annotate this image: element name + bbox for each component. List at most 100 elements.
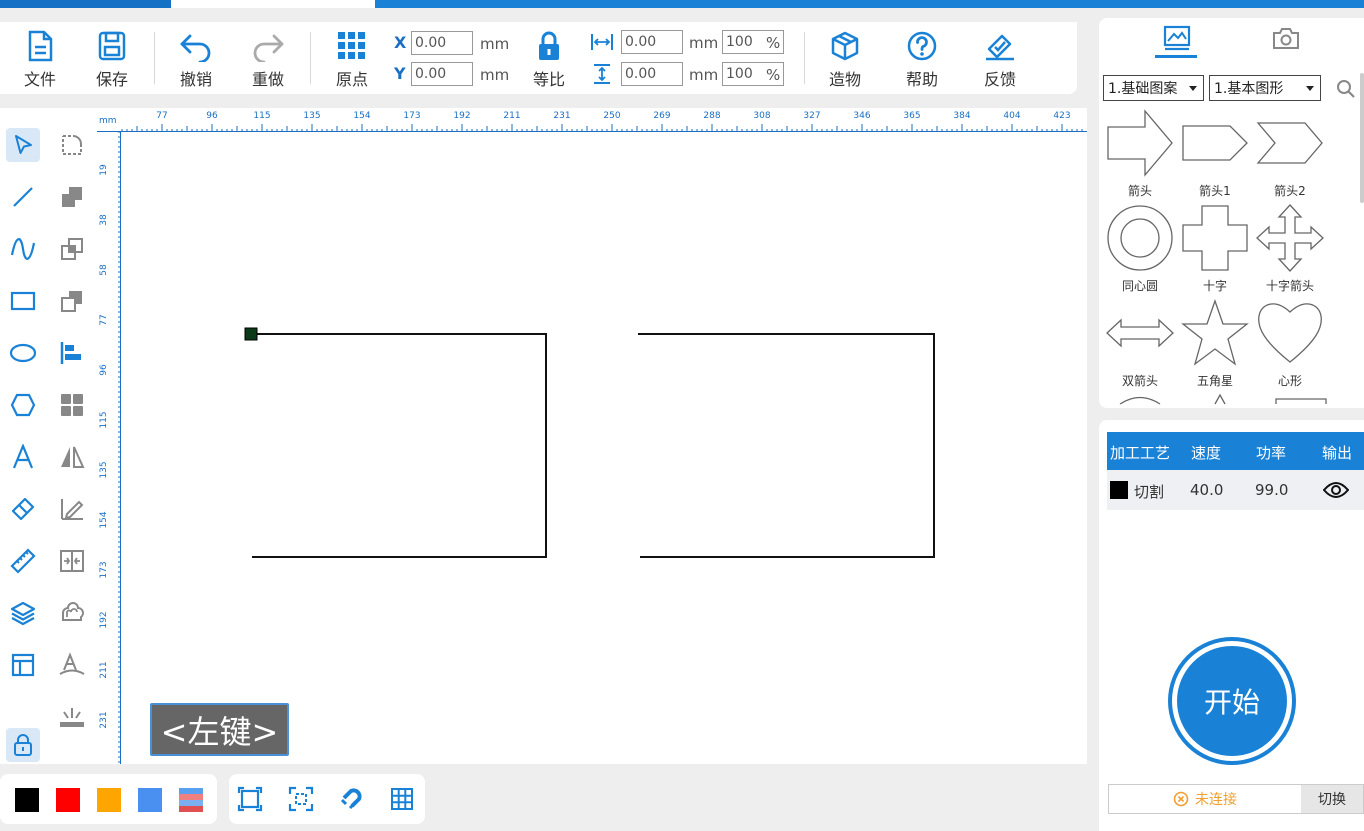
save-label: 保存 [95,70,128,89]
grid-origin-icon [338,32,365,59]
process-panel: 加工工艺 速度 功率 输出 切割 40.0 99.0 开始 未连接 切换 [1099,420,1364,831]
subtract-tool[interactable] [55,284,89,318]
tab-camera[interactable] [1271,24,1301,56]
shape-double-arrow[interactable]: 双箭头 [1104,298,1176,389]
left-bracket-shape[interactable] [252,333,547,558]
ruler-tick-label: 77 [156,111,167,121]
tab-pattern-library[interactable] [1162,24,1192,56]
heart-icon [1258,303,1322,363]
color-swatch-black[interactable] [15,788,39,812]
lock-canvas-tool[interactable] [6,728,40,762]
design-canvas[interactable]: mm 77 96 115 135 154 173 192 211 231 250 269 288 308… [97,108,1087,764]
array-tool[interactable] [55,388,89,422]
line-tool[interactable] [6,180,40,214]
split-icon [60,550,84,572]
shape-arrow[interactable]: 箭头 [1104,108,1176,199]
shape-heart[interactable]: 心形 [1254,298,1326,389]
header-process: 加工工艺 [1110,444,1171,462]
y-input[interactable] [411,62,473,86]
ruler-tick-label: 211 [99,661,109,678]
proportional-lock-button[interactable]: 等比 [519,30,579,90]
color-swatch-blue[interactable] [138,788,162,812]
width-percent-sign: % [766,34,781,52]
start-button[interactable]: 开始 [1168,637,1296,765]
shape-library-panel: 1.基础图案 1.基本图形 箭头 箭头1 箭头2 同心圆 十字 十字箭头 双箭头… [1099,18,1364,408]
snap-button[interactable] [334,782,368,816]
switch-button[interactable]: 切换 [1301,785,1363,813]
align-tool[interactable] [55,336,89,370]
cube-icon [831,31,859,61]
color-swatch-more[interactable] [179,788,203,812]
shape-label: 双箭头 [1121,374,1158,388]
shape-label: 五角星 [1196,374,1233,388]
shape-cross[interactable]: 十字 [1179,203,1251,294]
color-swatch-orange[interactable] [97,788,121,812]
offset-icon [62,602,84,621]
ruler-tick-label: 58 [99,264,109,276]
offset-tool[interactable] [55,596,89,630]
union-tool[interactable] [55,180,89,214]
save-button[interactable]: 保存 [82,30,142,90]
fit-view-button[interactable] [233,782,267,816]
ruler-tick-label: 115 [253,111,270,121]
inactive-tab[interactable] [0,0,171,8]
process-name: 切割 [1134,483,1165,501]
right-bracket-shape[interactable] [638,333,935,558]
vertical-ruler: 19 38 58 77 96 115 135 154 173 192 211 231 [97,132,121,764]
eraser-tool[interactable] [6,492,40,526]
feedback-label: 反馈 [983,70,1016,89]
rectangle-tool[interactable] [6,284,40,318]
text-path-tool[interactable] [55,648,89,682]
drawing-area [244,327,935,558]
undo-button[interactable]: 撤销 [166,30,226,90]
grid-toggle-button[interactable] [385,782,419,816]
node-edit-tool[interactable] [55,128,89,162]
category-select[interactable]: 1.基础图案 [1103,75,1204,101]
active-tab-indicator [1155,55,1197,58]
width-input[interactable] [621,30,683,54]
search-icon[interactable] [1336,79,1356,99]
selection-handle[interactable] [244,327,258,341]
measure-tool[interactable] [6,544,40,578]
intersect-icon [61,238,83,260]
mirror-tool[interactable] [55,440,89,474]
file-button[interactable]: 文件 [10,30,70,90]
subcategory-select[interactable]: 1.基本图形 [1209,75,1321,101]
split-tool[interactable] [55,544,89,578]
ruler-tick-label: 269 [653,111,670,121]
left-toolbox [0,108,97,764]
toolbar-separator [154,32,155,84]
concentric-circle-icon [1107,205,1173,271]
intersect-tool[interactable] [55,232,89,266]
shape-star[interactable]: 五角星 [1179,298,1251,389]
zoom-selection-button[interactable] [284,782,318,816]
help-button[interactable]: 帮助 [892,30,952,90]
table-row[interactable]: 切割 40.0 99.0 [1107,470,1364,510]
laser-tool[interactable] [55,700,89,734]
text-tool[interactable] [6,440,40,474]
layers-icon [10,601,36,626]
edit-path-tool[interactable] [55,492,89,526]
curve-tool[interactable] [6,232,40,266]
polygon-tool[interactable] [6,388,40,422]
layers-tool[interactable] [6,596,40,630]
ellipse-tool[interactable] [6,336,40,370]
color-swatch-red[interactable] [56,788,80,812]
height-input[interactable] [621,62,683,86]
library-scrollbar[interactable] [1360,73,1364,203]
help-icon [907,31,937,61]
x-label: X [394,33,407,52]
template-tool[interactable] [6,648,40,682]
shape-concentric[interactable]: 同心圆 [1104,203,1176,294]
feedback-button[interactable]: 反馈 [970,30,1030,90]
origin-button[interactable]: 原点 [322,30,382,90]
redo-button[interactable]: 重做 [238,30,298,90]
shape-cross-arrow[interactable]: 十字箭头 [1254,203,1326,294]
shape-arrow-2[interactable]: 箭头2 [1254,108,1326,199]
build-button[interactable]: 造物 [815,30,875,90]
select-tool[interactable] [6,128,40,162]
eye-icon[interactable] [1323,481,1349,499]
active-tab[interactable] [171,0,375,8]
shape-arrow-1[interactable]: 箭头1 [1179,108,1251,199]
x-input[interactable] [411,31,473,55]
